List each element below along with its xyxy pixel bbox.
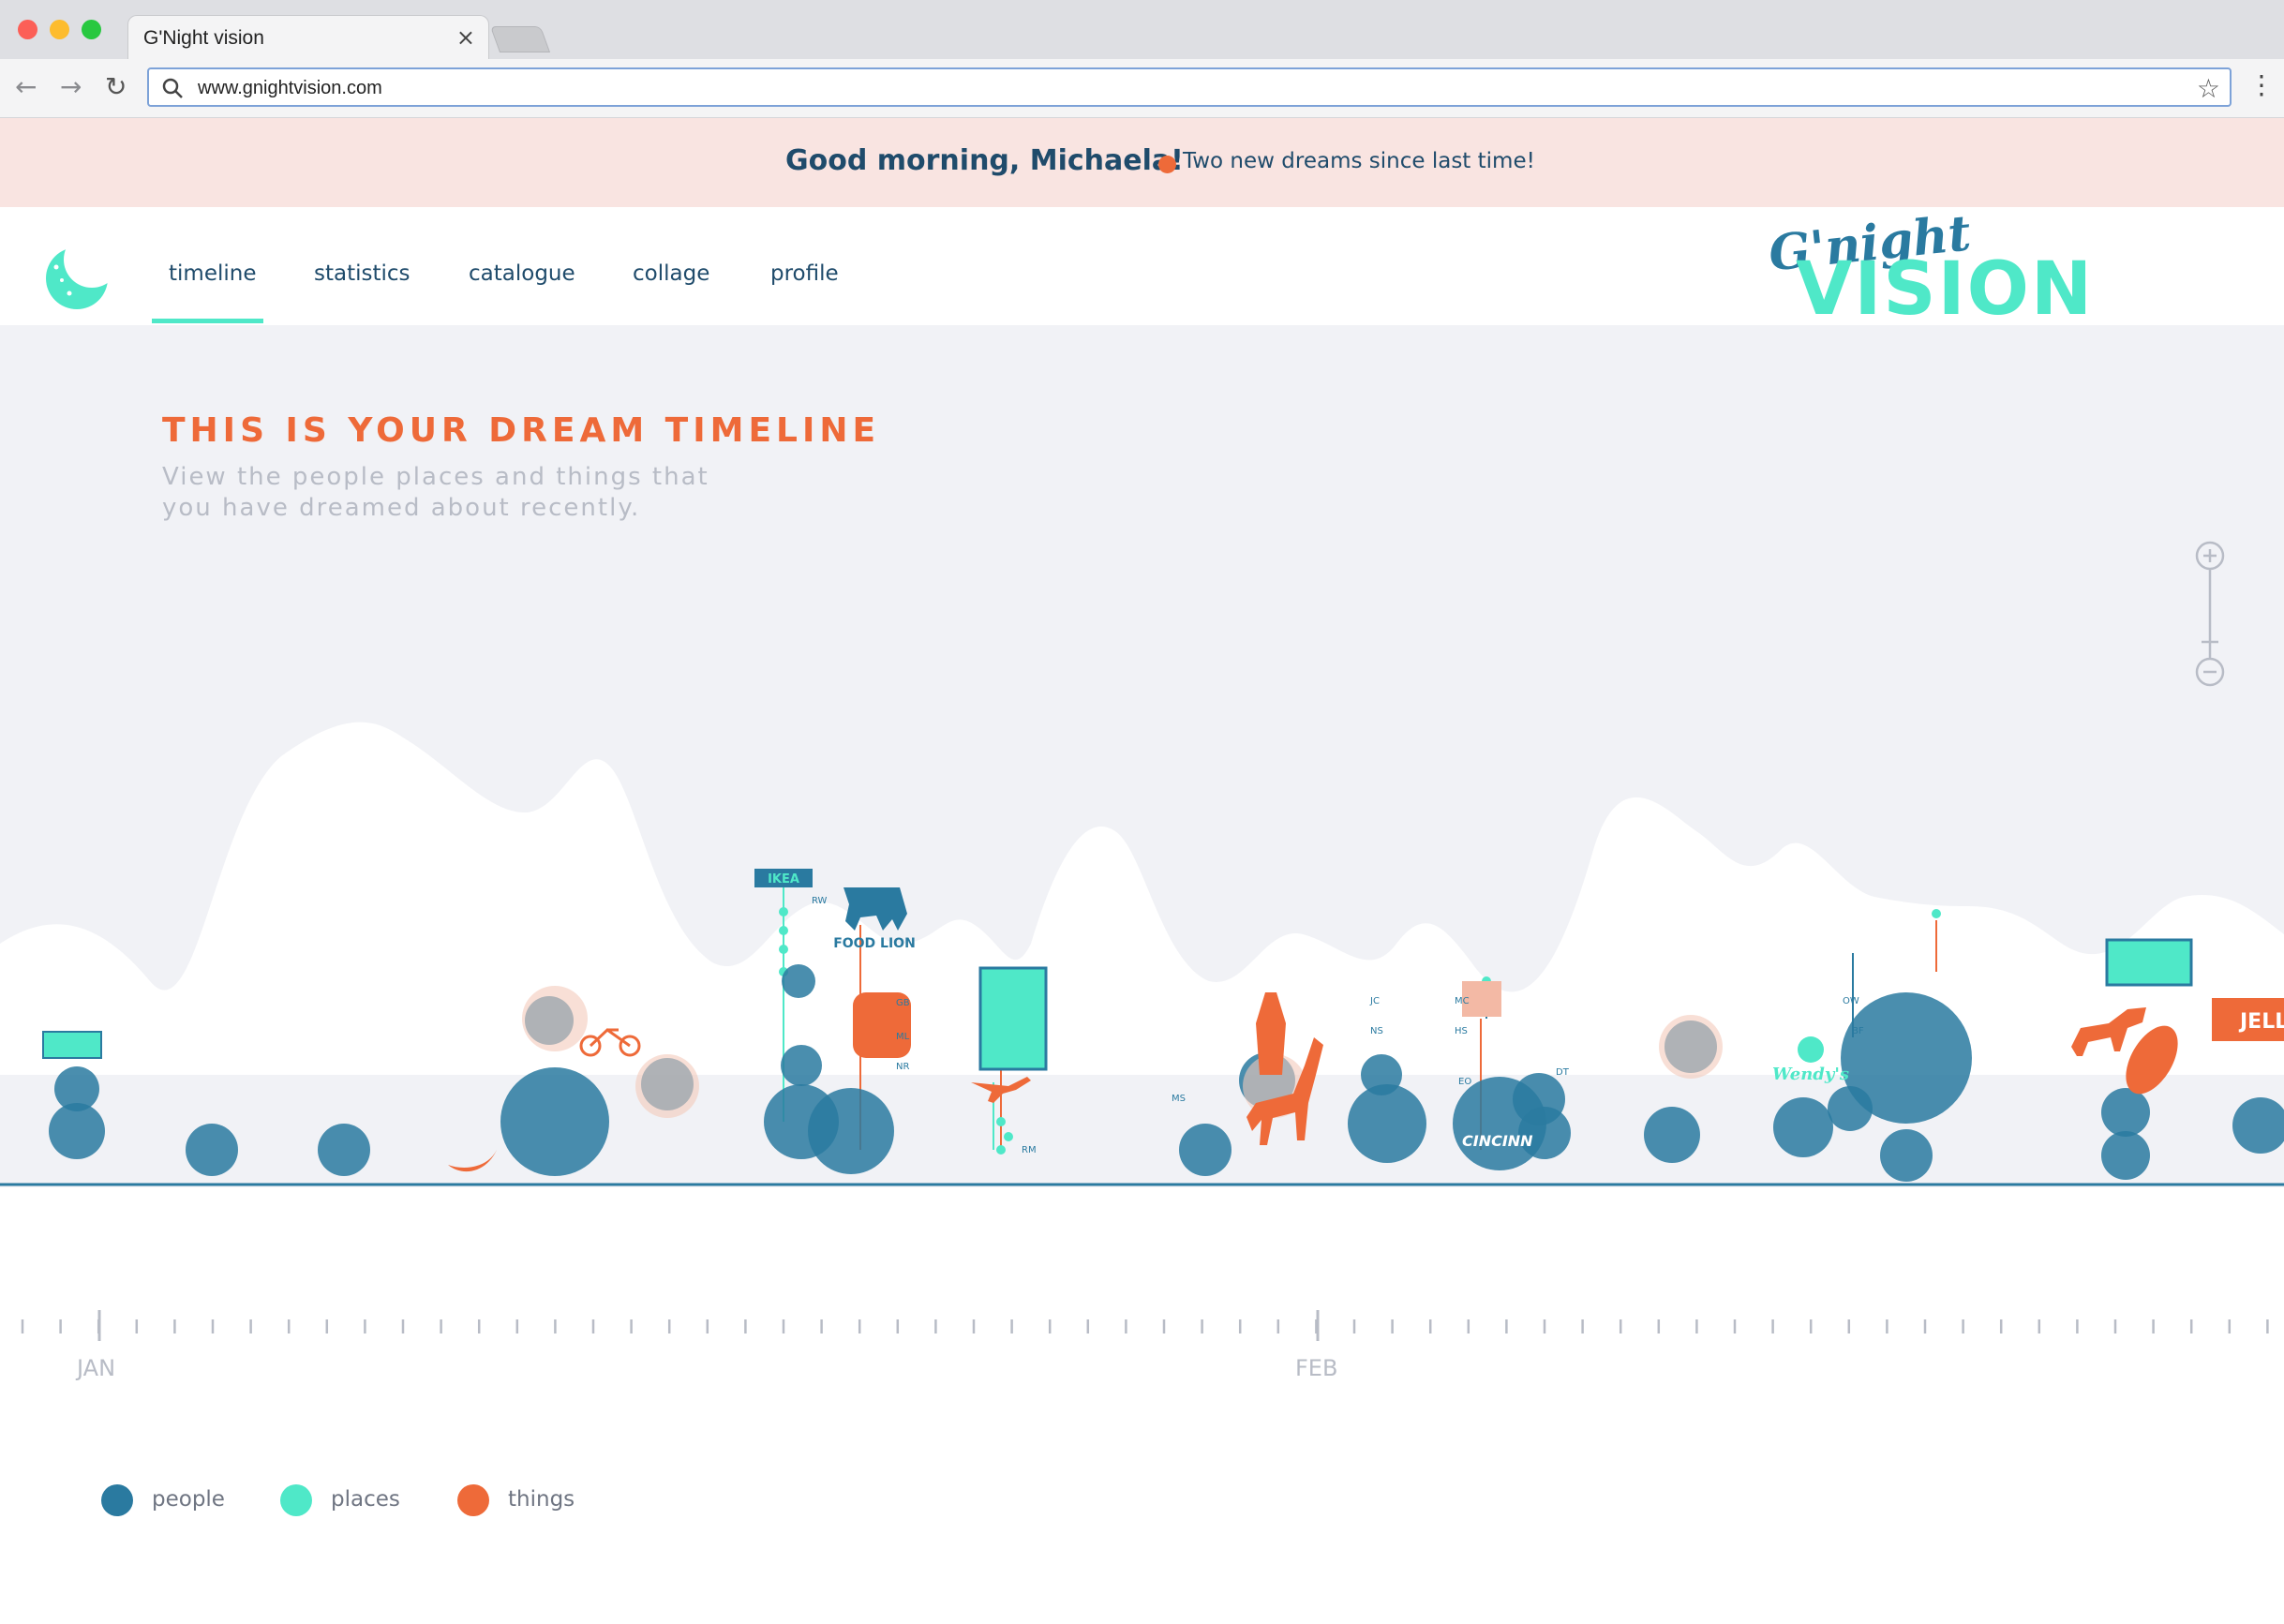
notification-text[interactable]: Two new dreams since last time! (1183, 149, 1535, 173)
ikea-logo[interactable]: IKEA (754, 869, 813, 887)
person-marker[interactable] (808, 1088, 894, 1174)
shirt-text: CINCINN (1462, 1132, 1533, 1150)
dream-bubble[interactable] (1659, 1015, 1723, 1079)
month-label-jan: JAN (77, 1355, 116, 1381)
moon-logo-icon[interactable] (43, 239, 116, 312)
legend-things-label[interactable]: things (508, 1487, 575, 1512)
main-nav: timeline statistics catalogue collage pr… (0, 207, 2284, 325)
marker-node (779, 945, 788, 954)
legend-places-dot[interactable] (280, 1484, 312, 1516)
food-lion-logo-text: FOOD LION (833, 936, 916, 951)
close-tab-icon[interactable]: × (456, 24, 475, 51)
tab-title: G'Night vision (143, 27, 264, 49)
person-marker[interactable] (1773, 1097, 1833, 1157)
tab-catalogue[interactable]: catalogue (469, 261, 575, 286)
wendys-logo-text: Wendy's (1772, 1065, 1849, 1084)
person-marker[interactable] (1179, 1124, 1232, 1176)
brand-logo: G'night VISION (1766, 216, 2094, 324)
person-initials-label: RW (812, 896, 828, 906)
person-marker[interactable] (2232, 1097, 2284, 1154)
search-icon (162, 78, 183, 98)
person-initials-label: NS (1370, 1026, 1383, 1036)
harbor-place[interactable] (2105, 938, 2193, 987)
person-marker[interactable] (782, 964, 815, 998)
marker-node (779, 926, 788, 935)
tab-timeline[interactable]: timeline (169, 261, 256, 286)
dream-bubble[interactable] (522, 986, 588, 1051)
person-marker[interactable] (2101, 1131, 2150, 1180)
marker-node (996, 1117, 1006, 1126)
forward-arrow-icon[interactable]: → (60, 74, 82, 100)
address-bar[interactable]: www.gnightvision.com ☆ (147, 67, 2232, 107)
person-initials-label: DT (1556, 1067, 1570, 1078)
person-initials-label: OW (1843, 996, 1859, 1006)
reload-icon[interactable]: ↻ (105, 74, 127, 100)
jello-logo[interactable]: JELL-O (2212, 998, 2284, 1041)
back-arrow-icon[interactable]: ← (15, 74, 37, 100)
dream-bubble[interactable] (635, 1054, 699, 1118)
month-label-feb: FEB (1295, 1355, 1338, 1381)
person-marker[interactable] (318, 1124, 370, 1176)
person-initials-label: HS (1455, 1026, 1468, 1036)
tab-profile[interactable]: profile (770, 261, 839, 286)
date-axis[interactable] (0, 1187, 2284, 1356)
diner-place[interactable] (42, 1031, 102, 1059)
ikea-logo-text: IKEA (768, 872, 799, 886)
skyscraper-place[interactable] (978, 966, 1048, 1071)
person-initials-label: BF (1852, 1026, 1864, 1036)
tab-collage[interactable]: collage (633, 261, 709, 286)
bookmark-star-icon[interactable]: ☆ (2197, 73, 2220, 104)
new-tab-button[interactable] (489, 26, 551, 52)
close-window-button[interactable] (18, 20, 37, 39)
person-initials-label: NR (896, 1062, 909, 1072)
notification-dot (1158, 156, 1176, 173)
person-marker[interactable] (500, 1067, 609, 1176)
person-initials-label: EO (1458, 1077, 1471, 1087)
person-initials-label: GB (896, 998, 910, 1008)
person-marker[interactable] (1361, 1054, 1402, 1095)
person-marker[interactable] (1348, 1084, 1426, 1163)
greeting-banner: Good morning, Michaela! Two new dreams s… (0, 118, 2284, 207)
axis-ticks (21, 1310, 2269, 1341)
person-marker[interactable] (1644, 1107, 1700, 1163)
legend-places-label[interactable]: places (331, 1487, 400, 1512)
person-marker[interactable] (186, 1124, 238, 1176)
person-marker[interactable] (54, 1066, 99, 1111)
marker-node (779, 907, 788, 916)
greeting-text: Good morning, Michaela! (785, 144, 1184, 177)
legend-people-label[interactable]: people (152, 1487, 225, 1512)
timeline-area: THIS IS YOUR DREAM TIMELINE View the peo… (0, 325, 2284, 1187)
tab-statistics[interactable]: statistics (314, 261, 411, 286)
person-initials-label: MC (1455, 996, 1470, 1006)
dream-timeline: IKEA FOOD LION Wendy's JELL-O (0, 722, 2284, 1186)
browser-menu-icon[interactable]: ⋮ (2248, 72, 2275, 98)
legend-things-dot[interactable] (457, 1484, 489, 1516)
person-marker[interactable] (781, 1045, 822, 1086)
minimize-window-button[interactable] (50, 20, 69, 39)
legend-people-dot[interactable] (101, 1484, 133, 1516)
maximize-window-button[interactable] (82, 20, 101, 39)
marker-node (1004, 1132, 1013, 1141)
person-marker[interactable] (2101, 1088, 2150, 1137)
person-initials-label: MS (1172, 1094, 1186, 1104)
browser-tab[interactable]: G'Night vision × (127, 15, 489, 61)
url-text[interactable]: www.gnightvision.com (198, 78, 382, 99)
brand-word: VISION (1796, 247, 2094, 324)
person-initials-label: RM (1022, 1145, 1037, 1155)
banana-thing[interactable] (448, 1150, 497, 1172)
browser-toolbar: ← → ↻ www.gnightvision.com ☆ ⋮ (0, 59, 2284, 118)
marker-node (996, 1145, 1006, 1155)
browser-tab-bar: G'Night vision × (0, 0, 2284, 61)
person-marker[interactable] (1841, 992, 1972, 1124)
person-marker[interactable] (1880, 1129, 1933, 1182)
person-initials-label: JC (1369, 996, 1380, 1006)
jello-logo-text: JELL-O (2238, 1010, 2284, 1034)
marker-node (1932, 909, 1941, 918)
active-tab-indicator (152, 319, 263, 323)
person-initials-label: ML (896, 1032, 910, 1042)
